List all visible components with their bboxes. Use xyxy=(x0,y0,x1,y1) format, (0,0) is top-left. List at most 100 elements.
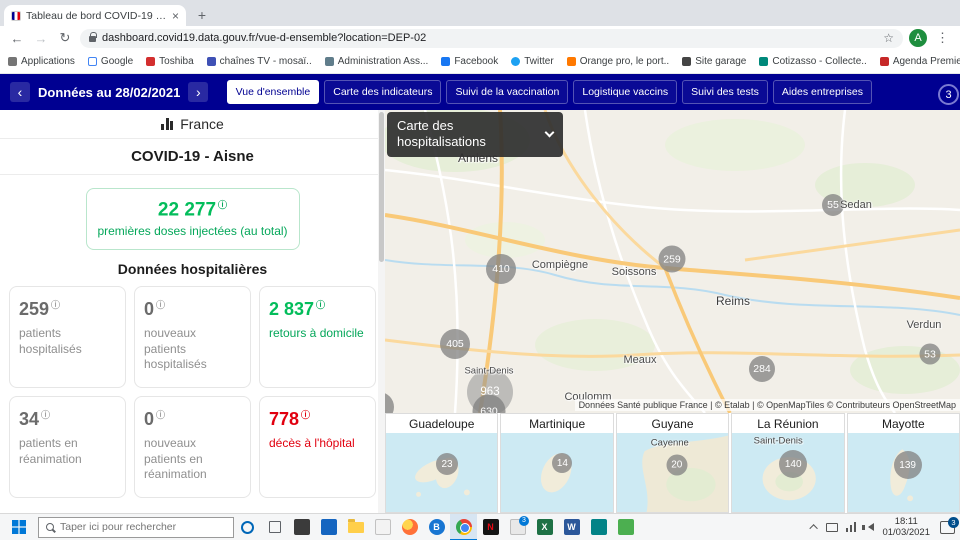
overseas-title: Mayotte xyxy=(848,414,959,433)
overseas-card-guadeloupe[interactable]: Guadeloupe 23 xyxy=(385,413,498,513)
tab-close-icon[interactable]: × xyxy=(172,9,179,23)
overseas-card-martinique[interactable]: Martinique 14 xyxy=(500,413,613,513)
app-icon xyxy=(618,519,634,535)
word-button[interactable]: W xyxy=(558,514,585,540)
tab-suivi-vaccination[interactable]: Suivi de la vaccination xyxy=(446,80,568,104)
taskbar-app-b[interactable]: B xyxy=(423,514,450,540)
next-date-button[interactable]: › xyxy=(188,82,208,102)
cortana-button[interactable] xyxy=(234,514,261,540)
info-icon[interactable]: ⓘ xyxy=(301,410,310,420)
info-icon[interactable]: ⓘ xyxy=(218,200,227,210)
overseas-card-mayotte[interactable]: Mayotte 139 xyxy=(847,413,960,513)
notification-center-icon[interactable]: 3 xyxy=(940,521,955,534)
app-icon xyxy=(591,519,607,535)
bookmark-agenda[interactable]: Agenda Premier Mi... xyxy=(880,56,960,67)
bookmark-toshiba[interactable]: Toshiba xyxy=(146,56,193,67)
taskbar-app-1[interactable] xyxy=(288,514,315,540)
url-bar[interactable]: dashboard.covid19.data.gouv.fr/vue-d-ens… xyxy=(80,29,903,48)
bookmark-site-garage[interactable]: Site garage xyxy=(682,56,746,67)
map-layer-dropdown[interactable]: Carte des hospitalisations xyxy=(387,112,563,157)
bookmark-administration[interactable]: Administration Ass... xyxy=(325,56,429,67)
profile-avatar[interactable]: A xyxy=(909,29,927,47)
info-icon[interactable]: ⓘ xyxy=(41,410,50,420)
sidebar-scrollbar-thumb[interactable] xyxy=(379,112,384,262)
netflix-button[interactable]: N xyxy=(477,514,504,540)
map-bubble-284[interactable]: 284 xyxy=(749,356,775,382)
reload-button[interactable]: ↻ xyxy=(56,29,74,47)
taskbar-search[interactable] xyxy=(38,517,234,538)
taskbar-app-3[interactable] xyxy=(585,514,612,540)
bookmark-orange-pro[interactable]: Orange pro, le port.. xyxy=(567,56,670,67)
bookmark-applications[interactable]: Applications xyxy=(8,56,75,67)
tab-logistique-vaccins[interactable]: Logistique vaccins xyxy=(573,80,677,104)
bookmark-chaines-tv[interactable]: chaînes TV - mosaï.. xyxy=(207,56,312,67)
tab-vue-densemble[interactable]: Vue d'ensemble xyxy=(227,80,320,104)
tab-carte-des-indicateurs[interactable]: Carte des indicateurs xyxy=(324,80,441,104)
bookmark-google[interactable]: Google xyxy=(88,56,133,67)
map-bubble-405[interactable]: 405 xyxy=(440,329,470,359)
browser-menu-icon[interactable]: ⋮ xyxy=(933,30,952,46)
dashboard-tabs: Vue d'ensemble Carte des indicateurs Sui… xyxy=(227,80,872,104)
tab-favicon-icon xyxy=(11,11,21,21)
chrome-button[interactable] xyxy=(450,514,477,540)
overseas-card-guyane[interactable]: Guyane Cayenne 20 xyxy=(616,413,729,513)
stat-card-reanimation: 34ⓘ patients en réanimation xyxy=(9,396,126,498)
stat-card-deces: 778ⓘ décès à l'hôpital xyxy=(259,396,376,498)
search-icon xyxy=(46,523,54,531)
info-icon[interactable]: ⓘ xyxy=(316,300,325,310)
back-button[interactable]: ← xyxy=(8,29,26,47)
bookmark-twitter[interactable]: Twitter xyxy=(511,56,553,67)
volume-icon[interactable] xyxy=(864,523,874,531)
browser-tabstrip: Tableau de bord COVID-19 Suivi × + xyxy=(0,0,960,26)
map-attribution: Données Santé publique France | © Etalab… xyxy=(575,399,960,411)
overseas-bubble[interactable]: 139 xyxy=(894,451,922,479)
map-bubble-53[interactable]: 53 xyxy=(920,344,941,365)
territory-selector[interactable]: France xyxy=(0,110,385,139)
previous-date-button[interactable]: ‹ xyxy=(10,82,30,102)
calculator-button[interactable] xyxy=(369,514,396,540)
overseas-card-la-reunion[interactable]: La Réunion Saint-Denis 140 xyxy=(731,413,844,513)
overseas-bubble[interactable]: 23 xyxy=(436,453,458,475)
info-icon[interactable]: ⓘ xyxy=(156,410,165,420)
app-b-icon: B xyxy=(429,519,445,535)
info-icon[interactable]: ⓘ xyxy=(156,300,165,310)
overseas-bubble[interactable]: 20 xyxy=(666,455,687,476)
tab-suivi-des-tests[interactable]: Suivi des tests xyxy=(682,80,768,104)
bar-chart-icon xyxy=(161,118,173,130)
tab-aides-entreprises[interactable]: Aides entreprises xyxy=(773,80,872,104)
forward-button[interactable]: → xyxy=(32,29,50,47)
taskbar-clock[interactable]: 18:11 01/03/2021 xyxy=(882,516,930,539)
browser-tab[interactable]: Tableau de bord COVID-19 Suivi × xyxy=(4,5,186,26)
start-button[interactable] xyxy=(0,514,38,540)
vaccine-doses-card: 22 277ⓘ premières doses injectées (au to… xyxy=(86,188,300,250)
file-explorer-button[interactable] xyxy=(342,514,369,540)
system-tray: 18:11 01/03/2021 3 xyxy=(812,516,960,539)
map-city-soissons: Soissons xyxy=(612,266,657,278)
map-bubble-410[interactable]: 410 xyxy=(486,254,516,284)
task-view-button[interactable] xyxy=(261,514,288,540)
map-city-meaux: Meaux xyxy=(623,354,656,366)
display-icon[interactable] xyxy=(826,523,838,532)
firefox-button[interactable] xyxy=(396,514,423,540)
taskbar-app-with-badge[interactable]: 3 xyxy=(504,514,531,540)
chevron-down-icon xyxy=(545,128,555,138)
overseas-city-cayenne: Cayenne xyxy=(651,438,689,449)
map-bubble-259[interactable]: 259 xyxy=(659,246,686,273)
bookmark-star-icon[interactable]: ☆ xyxy=(883,31,894,45)
hospitalisations-map[interactable]: Carte des hospitalisations Amiens Sedan … xyxy=(385,110,960,413)
tray-expand-icon[interactable] xyxy=(809,524,817,532)
overseas-bubble[interactable]: 14 xyxy=(552,453,572,473)
address-bar: ← → ↻ dashboard.covid19.data.gouv.fr/vue… xyxy=(0,26,960,50)
bookmark-cotizasso[interactable]: Cotizasso - Collecte.. xyxy=(759,56,866,67)
taskbar-app-2[interactable] xyxy=(315,514,342,540)
excel-button[interactable]: X xyxy=(531,514,558,540)
bookmark-facebook[interactable]: Facebook xyxy=(441,56,498,67)
taskbar-app-4[interactable] xyxy=(612,514,639,540)
new-tab-button[interactable]: + xyxy=(194,7,210,23)
info-icon[interactable]: ⓘ xyxy=(51,300,60,310)
overseas-bubble[interactable]: 140 xyxy=(779,450,807,478)
taskbar-search-input[interactable] xyxy=(60,521,226,533)
url-text: dashboard.covid19.data.gouv.fr/vue-d-ens… xyxy=(102,32,877,44)
network-icon[interactable] xyxy=(846,522,857,532)
notification-count-badge[interactable]: 3 xyxy=(938,84,959,105)
